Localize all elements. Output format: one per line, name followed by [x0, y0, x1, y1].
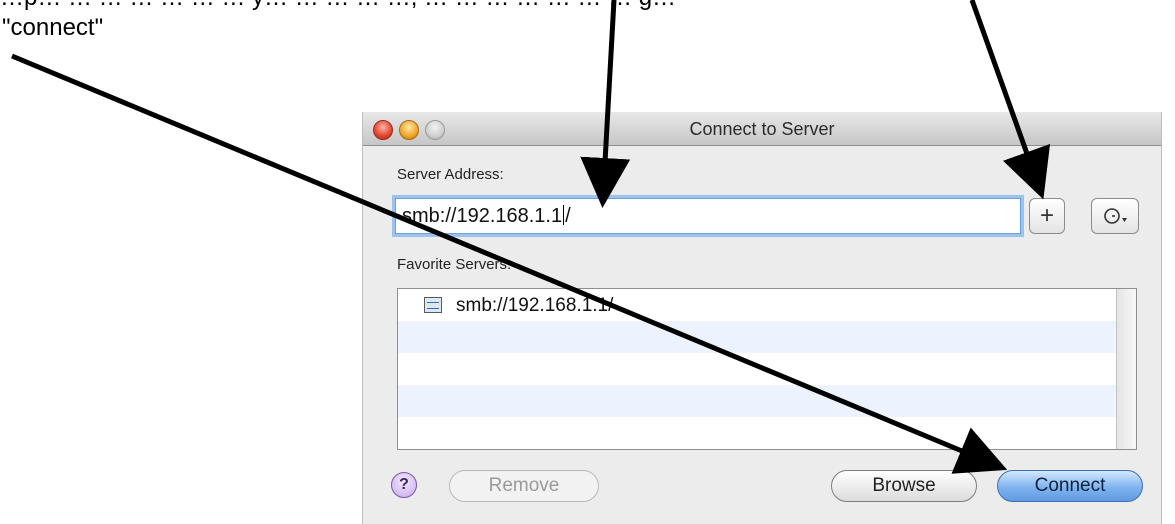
list-item: [398, 417, 1136, 449]
remove-button[interactable]: Remove: [449, 470, 599, 502]
connect-to-server-window: Connect to Server Server Address: smb://…: [362, 112, 1162, 524]
browse-button[interactable]: Browse: [831, 470, 977, 502]
list-item: [398, 385, 1136, 417]
question-mark-icon: ?: [399, 476, 409, 493]
favorite-servers-label: Favorite Servers:: [397, 256, 512, 273]
help-button[interactable]: ?: [391, 472, 417, 498]
title-bar: Connect to Server: [363, 112, 1161, 146]
add-favorite-button[interactable]: +: [1029, 198, 1065, 234]
connect-button[interactable]: Connect: [997, 470, 1143, 502]
favorite-server-label: smb://192.168.1.1/: [456, 295, 614, 316]
server-address-input[interactable]: smb://192.168.1.1/: [395, 198, 1021, 234]
window-title: Connect to Server: [689, 119, 835, 139]
list-item: [398, 321, 1136, 353]
address-text-after-caret: /: [565, 205, 571, 227]
list-item[interactable]: smb://192.168.1.1/: [398, 289, 1136, 321]
list-scrollbar[interactable]: [1116, 289, 1136, 449]
favorite-servers-list[interactable]: smb://192.168.1.1/: [397, 288, 1137, 450]
server-address-label: Server Address:: [397, 166, 504, 183]
clock-dropdown-icon: [1104, 208, 1127, 224]
plus-icon: +: [1039, 202, 1054, 229]
address-text-before-caret: smb://192.168.1.1: [402, 205, 563, 227]
text-caret: [563, 205, 565, 225]
list-item: [398, 353, 1136, 385]
server-icon: [424, 297, 442, 313]
annotation-connect-text: "connect": [2, 14, 104, 41]
annotation-top-text: …p… … … … … … … y… … … … …, … … … … … … …: [0, 0, 676, 12]
recent-servers-button[interactable]: [1091, 198, 1139, 234]
